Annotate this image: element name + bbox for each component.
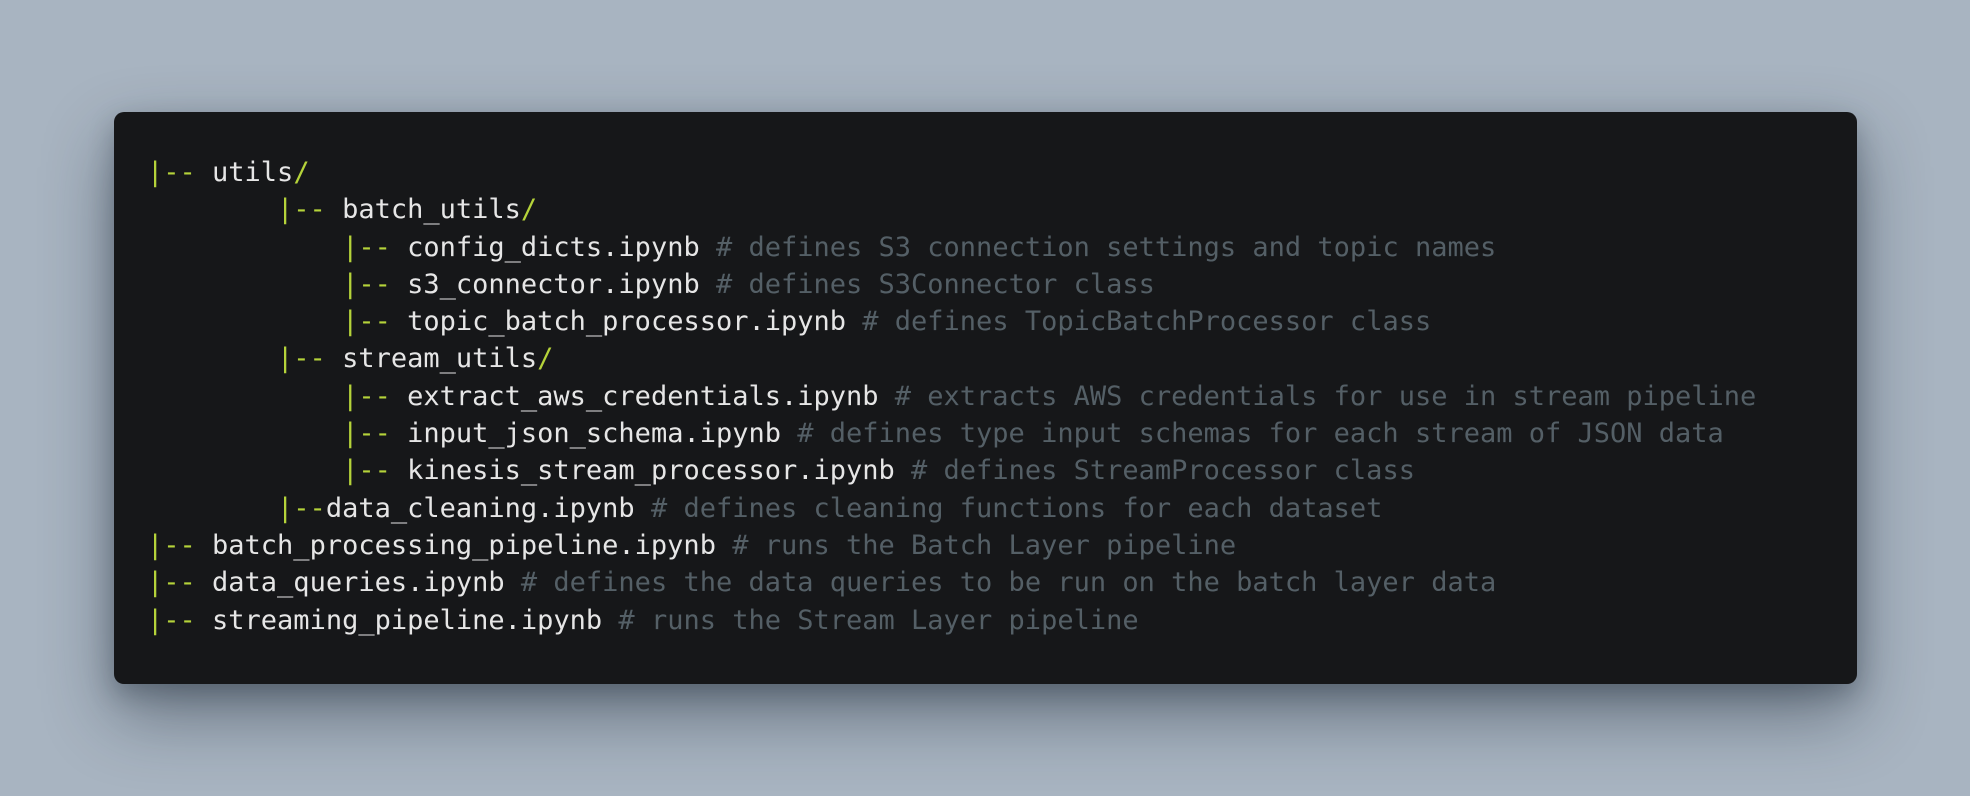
- file-name: data_cleaning.ipynb: [325, 492, 635, 524]
- folder-name: utils: [212, 157, 294, 188]
- tree-branch: |--: [342, 306, 408, 338]
- tree-line-streaming-pipeline: |-- streaming_pipeline.ipynb # runs the …: [147, 602, 1857, 639]
- tree-branch: |--: [277, 343, 343, 375]
- code-comment: # runs the Batch Layer pipeline: [715, 529, 1237, 561]
- code-comment: # runs the Stream Layer pipeline: [602, 604, 1139, 636]
- tree-line-topic-batch-processor: |-- topic_batch_processor.ipynb # define…: [147, 303, 1857, 340]
- code-comment: # defines StreamProcessor class: [894, 455, 1415, 487]
- file-name: extract_aws_credentials.ipynb: [407, 380, 879, 412]
- file-name: topic_batch_processor.ipynb: [407, 306, 847, 338]
- tree-line-kinesis-stream-processor: |-- kinesis_stream_processor.ipynb # def…: [147, 452, 1857, 489]
- code-comment: # defines cleaning functions for each da…: [634, 492, 1383, 524]
- tree-line-config-dicts: |-- config_dicts.ipynb # defines S3 conn…: [147, 229, 1857, 266]
- tree-line-batch-processing-pipeline: |-- batch_processing_pipeline.ipynb # ru…: [147, 527, 1857, 564]
- tree-branch: |--: [277, 194, 343, 226]
- folder-slash: /: [293, 157, 310, 188]
- folder-slash: /: [537, 343, 554, 375]
- folder-name: stream_utils: [342, 343, 538, 375]
- code-comment: # extracts AWS credentials for use in st…: [878, 380, 1757, 412]
- file-name: config_dicts.ipynb: [407, 231, 700, 263]
- tree-branch: |--: [277, 492, 326, 524]
- code-comment: # defines type input schemas for each st…: [780, 418, 1724, 450]
- tree-line-input-json-schema: |-- input_json_schema.ipynb # defines ty…: [147, 415, 1857, 452]
- tree-line-data-queries: |-- data_queries.ipynb # defines the dat…: [147, 564, 1857, 601]
- tree-branch: |--: [342, 455, 408, 487]
- tree-branch: |--: [342, 268, 408, 300]
- tree-line-data-cleaning: |--data_cleaning.ipynb # defines cleanin…: [147, 490, 1857, 527]
- tree-line-stream-utils: |-- stream_utils/: [147, 340, 1857, 377]
- file-name: streaming_pipeline.ipynb: [212, 604, 603, 636]
- tree-line-extract-aws-credentials: |-- extract_aws_credentials.ipynb # extr…: [147, 378, 1857, 415]
- tree-branch: |--: [147, 157, 213, 188]
- folder-slash: /: [520, 194, 538, 226]
- tree-branch: |--: [147, 529, 213, 561]
- file-name: s3_connector.ipynb: [407, 268, 700, 300]
- folder-name: batch_utils: [342, 194, 521, 226]
- tree-branch: |--: [342, 380, 408, 412]
- tree-branch: |--: [342, 418, 408, 450]
- tree-line-s3-connector: |-- s3_connector.ipynb # defines S3Conne…: [147, 266, 1857, 303]
- tree-branch: |--: [147, 567, 213, 599]
- file-name: kinesis_stream_processor.ipynb: [407, 455, 895, 487]
- file-name: data_queries.ipynb: [212, 567, 505, 599]
- code-comment: # defines the data queries to be run on …: [504, 567, 1497, 599]
- code-comment: # defines S3 connection settings and top…: [699, 231, 1497, 263]
- tree-branch: |--: [342, 231, 408, 263]
- tree-branch: |--: [147, 604, 213, 636]
- code-snippet-window: |-- utils/ |-- batch_utils/ |-- config_d…: [114, 112, 1857, 684]
- file-name: batch_processing_pipeline.ipynb: [212, 529, 716, 561]
- tree-line-utils: |-- utils/: [147, 154, 1857, 191]
- tree-line-batch-utils: |-- batch_utils/: [147, 191, 1857, 228]
- code-comment: # defines TopicBatchProcessor class: [846, 306, 1432, 338]
- file-name: input_json_schema.ipynb: [407, 418, 781, 450]
- code-comment: # defines S3Connector class: [699, 268, 1155, 300]
